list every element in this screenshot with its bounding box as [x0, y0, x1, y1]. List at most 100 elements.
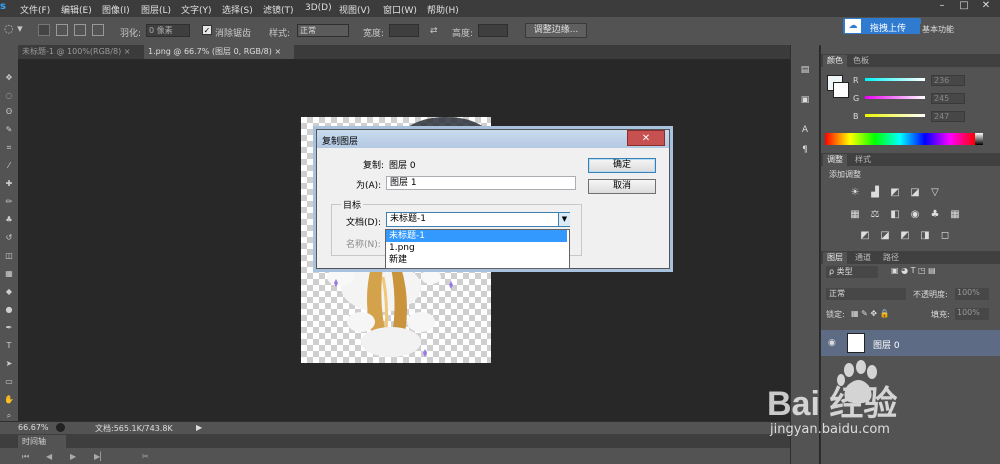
first-frame-icon[interactable]: ⏮ [22, 452, 29, 462]
selective-color-icon[interactable]: ◻ [939, 230, 951, 242]
curves-icon[interactable]: ◩ [889, 187, 901, 199]
blend-mode-select[interactable]: 正常 [826, 288, 906, 300]
cancel-button[interactable]: 取消 [588, 179, 656, 194]
menu-window[interactable]: 窗口(W) [383, 3, 417, 16]
blur-tool-icon[interactable]: ◆ [3, 287, 15, 297]
eye-icon[interactable]: ◉ [828, 338, 836, 348]
eraser-tool-icon[interactable]: ◫ [3, 251, 15, 261]
color-spectrum[interactable] [825, 133, 975, 145]
opacity-input[interactable]: 100% [955, 288, 989, 300]
info-icon[interactable] [56, 423, 65, 432]
upload-button[interactable]: ☁ 拖拽上传 [843, 18, 921, 34]
tab-adjustments[interactable]: 调整 [823, 154, 847, 166]
tab-layers[interactable]: 图层 [823, 252, 847, 264]
grayscale-ramp[interactable] [975, 133, 983, 145]
black-white-icon[interactable]: ◧ [889, 209, 901, 221]
antialias-checkbox[interactable]: ✓ [202, 25, 212, 35]
timeline-tab[interactable]: 时间轴 [18, 435, 66, 448]
healing-tool-icon[interactable]: ✚ [3, 179, 15, 189]
tab-color[interactable]: 颜色 [823, 55, 847, 67]
zoom-tool-icon[interactable]: ⌕ [3, 411, 15, 421]
threshold-icon[interactable]: ◩ [899, 230, 911, 242]
g-value[interactable]: 245 [931, 93, 965, 104]
levels-icon[interactable]: ▟ [869, 187, 881, 199]
height-input[interactable] [478, 24, 508, 37]
quick-select-tool-icon[interactable]: ✎ [3, 125, 15, 135]
refine-edge-button[interactable]: 调整边缘... [525, 23, 587, 38]
subtract-selection-icon[interactable] [74, 24, 86, 36]
stamp-tool-icon[interactable]: ♣ [3, 215, 15, 225]
dropdown-option-new[interactable]: 新建 [386, 254, 567, 266]
invert-icon[interactable]: ◩ [859, 230, 871, 242]
document-select[interactable]: 未标题-1 [386, 212, 570, 227]
gradient-tool-icon[interactable]: ▦ [3, 269, 15, 279]
photo-filter-icon[interactable]: ◉ [909, 209, 921, 221]
minimize-icon[interactable]: – [932, 0, 952, 14]
brightness-icon[interactable]: ☀ [849, 187, 861, 199]
background-color-swatch[interactable] [833, 82, 849, 98]
marquee-tool-icon[interactable]: ◌ [3, 91, 15, 101]
pen-tool-icon[interactable]: ✒ [3, 323, 15, 333]
dropdown-option-untitled[interactable]: 未标题-1 [386, 230, 567, 242]
play-icon[interactable]: ▶ [70, 452, 76, 461]
tab-swatches[interactable]: 色板 [849, 55, 873, 67]
r-slider[interactable] [865, 78, 925, 81]
menu-layer[interactable]: 图层(L) [141, 3, 171, 16]
filter-icons[interactable]: ▣ ◕ T ◳ ▤ [891, 266, 936, 275]
chevron-down-icon[interactable]: ▼ [558, 213, 570, 226]
close-icon[interactable]: ✕ [976, 0, 996, 14]
shape-tool-icon[interactable]: ▭ [3, 377, 15, 387]
feather-input[interactable]: 0 像素 [146, 24, 190, 37]
history-icon[interactable]: ▤ [797, 63, 813, 77]
layer-kind-filter[interactable]: ρ 类型 [826, 266, 878, 278]
close-icon[interactable]: ✕ [627, 130, 665, 146]
layer-row[interactable]: ◉ 图层 0 [821, 330, 1000, 356]
posterize-icon[interactable]: ◪ [879, 230, 891, 242]
eyedropper-tool-icon[interactable]: ⁄ [3, 161, 15, 171]
menu-edit[interactable]: 编辑(E) [61, 3, 92, 16]
move-tool-icon[interactable]: ✥ [3, 73, 15, 83]
g-slider[interactable] [865, 96, 925, 99]
maximize-icon[interactable]: □ [954, 0, 974, 14]
r-value[interactable]: 236 [931, 75, 965, 86]
vibrance-icon[interactable]: ▽ [929, 187, 941, 199]
menu-filter[interactable]: 滤镜(T) [263, 3, 294, 16]
prev-frame-icon[interactable]: ◀ [46, 452, 52, 461]
fill-input[interactable]: 100% [955, 308, 989, 320]
menu-image[interactable]: 图像(I) [102, 3, 130, 16]
lock-icons[interactable]: ▦ ✎ ✥ 🔒 [851, 309, 890, 318]
zoom-level[interactable]: 66.67% [18, 423, 49, 432]
layer-name[interactable]: 图层 0 [873, 338, 900, 351]
add-selection-icon[interactable] [56, 24, 68, 36]
dialog-titlebar[interactable]: 复制图层 ✕ [317, 130, 669, 148]
menu-type[interactable]: 文字(Y) [181, 3, 212, 16]
menu-file[interactable]: 文件(F) [20, 3, 50, 16]
play-arrow-icon[interactable]: ▶ [196, 423, 202, 432]
workspace-select[interactable]: 基本功能 [920, 24, 988, 37]
properties-icon[interactable]: ▣ [797, 93, 813, 107]
ok-button[interactable]: 确定 [588, 158, 656, 173]
tab-styles[interactable]: 样式 [851, 154, 875, 166]
menu-view[interactable]: 视图(V) [339, 3, 370, 16]
next-frame-icon[interactable]: ▶▏ [94, 452, 106, 461]
channel-mixer-icon[interactable]: ♣ [929, 209, 941, 221]
style-select[interactable]: 正常 [297, 24, 349, 37]
color-lookup-icon[interactable]: ▦ [949, 209, 961, 221]
close-icon[interactable]: × [274, 47, 281, 56]
intersect-selection-icon[interactable] [92, 24, 104, 36]
color-balance-icon[interactable]: ⚖ [869, 209, 881, 221]
menu-3d[interactable]: 3D(D) [305, 3, 332, 13]
menu-help[interactable]: 帮助(H) [427, 3, 459, 16]
tab-channels[interactable]: 通道 [851, 252, 875, 264]
b-value[interactable]: 247 [931, 111, 965, 122]
path-select-tool-icon[interactable]: ➤ [3, 359, 15, 369]
brush-tool-icon[interactable]: ✏ [3, 197, 15, 207]
b-slider[interactable] [865, 114, 925, 117]
type-tool-icon[interactable]: T [3, 341, 15, 351]
layer-name-input[interactable]: 图层 1 [386, 176, 576, 190]
hand-tool-icon[interactable]: ✋ [3, 395, 15, 405]
new-selection-icon[interactable] [38, 24, 50, 36]
scissors-icon[interactable]: ✂ [142, 452, 149, 461]
dodge-tool-icon[interactable]: ● [3, 305, 15, 315]
crop-tool-icon[interactable]: ⌗ [3, 143, 15, 153]
